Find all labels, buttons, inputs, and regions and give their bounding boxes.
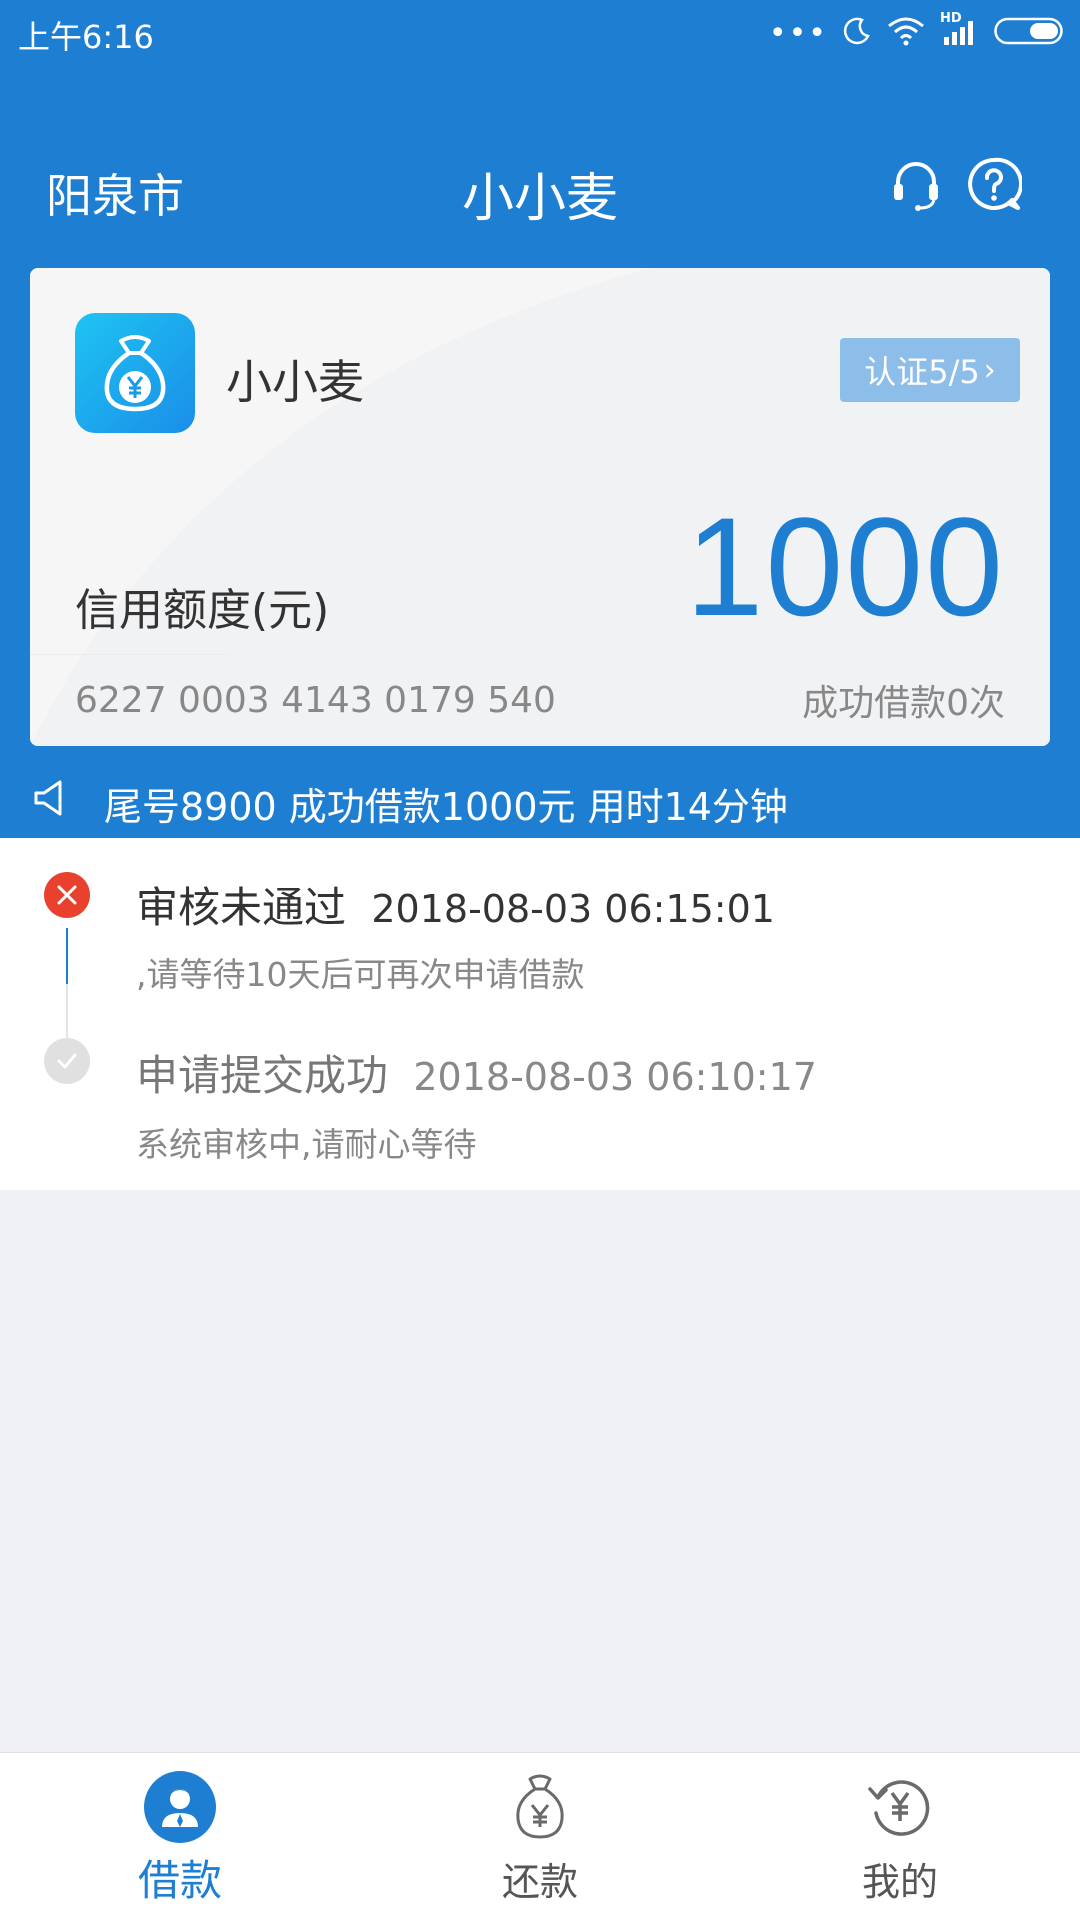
app-name: 小小麦 (226, 355, 364, 409)
tab-repay[interactable]: 还款 (360, 1753, 720, 1920)
app-logo (75, 313, 195, 433)
timeline-description: ,请等待10天后可再次申请借款 (136, 955, 585, 994)
timeline-description: 系统审核中,请耐心等待 (136, 1125, 477, 1164)
repay-icon (516, 1774, 564, 1839)
application-timeline: 审核未通过 2018-08-03 06:15:01 ,请等待10天后可再次申请借… (0, 838, 1080, 1190)
check-icon (57, 1053, 77, 1069)
tab-borrow[interactable]: 借款 (0, 1753, 360, 1920)
customer-service-icon[interactable] (888, 156, 944, 212)
more-dots-icon: ••• (768, 16, 828, 51)
failed-status-icon (44, 872, 90, 918)
status-bar: 上午6:16 ••• HD (0, 0, 1080, 62)
navigation-bar: 阳泉市 小小麦 (0, 140, 1080, 230)
help-icon[interactable] (966, 156, 1022, 212)
status-time: 上午6:16 (18, 18, 154, 56)
tab-mine-label: 我的 (861, 1860, 938, 1904)
borrow-icon (144, 1771, 216, 1843)
success-loan-count: 成功借款0次 (802, 683, 1005, 724)
money-bag-icon (104, 335, 166, 412)
credit-limit-amount: 1000 (685, 488, 1005, 645)
certification-label: 认证5/5 (864, 353, 980, 391)
certification-button[interactable]: 认证5/5 › (840, 338, 1020, 402)
tab-borrow-label: 借款 (137, 1856, 222, 1905)
speaker-icon (34, 780, 62, 816)
close-icon (57, 885, 77, 905)
tab-mine[interactable]: 我的 (720, 1753, 1080, 1920)
timeline-status: 审核未通过 (136, 883, 347, 932)
tab-repay-label: 还款 (501, 1860, 578, 1904)
credit-card[interactable]: 小小麦 认证5/5 › 信用额度(元) 1000 6227 0003 4143 … (30, 268, 1050, 746)
timeline-timestamp: 2018-08-03 06:10:17 (413, 1055, 817, 1099)
timeline-connector-active (66, 928, 68, 984)
status-icons: ••• HD (768, 11, 1066, 51)
moon-icon (843, 17, 870, 45)
timeline-item-title: 申请提交成功 2018-08-03 06:10:17 (136, 1042, 817, 1103)
credit-limit-label: 信用额度(元) (75, 585, 330, 636)
timeline-status: 申请提交成功 (136, 1051, 389, 1100)
completed-status-icon (44, 1038, 90, 1084)
chevron-right-icon: › (983, 352, 996, 388)
battery-icon (994, 17, 1063, 45)
announcement-text: 尾号8900 成功借款1000元 用时14分钟 (104, 785, 788, 829)
bank-card-number: 6227 0003 4143 0179 540 (75, 680, 556, 721)
profile-icon (868, 1780, 930, 1836)
signal-icon: HD (940, 11, 980, 47)
timeline-timestamp: 2018-08-03 06:15:01 (371, 887, 775, 931)
wifi-icon (888, 17, 924, 46)
timeline-item-title: 审核未通过 2018-08-03 06:15:01 (136, 874, 775, 935)
card-divider (30, 654, 230, 655)
bottom-tab-bar: 借款 还款 我的 (0, 1752, 1080, 1920)
announcement-bar[interactable]: 尾号8900 成功借款1000元 用时14分钟 (0, 760, 1080, 838)
